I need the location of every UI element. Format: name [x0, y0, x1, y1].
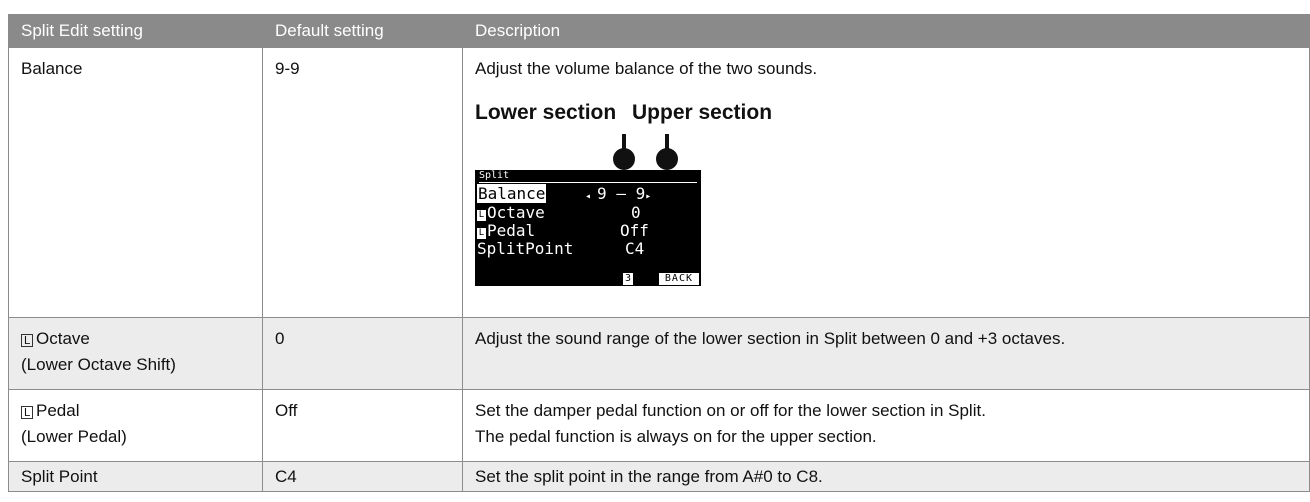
balance-figure: Lower section Upper section Split Balanc…	[475, 82, 875, 286]
lcd-pedal-row: L Pedal	[477, 223, 535, 239]
setting-sublabel: (Lower Pedal)	[21, 427, 127, 446]
upper-pointer-dot	[656, 148, 678, 170]
table-header-row: Split Edit setting Default setting Descr…	[8, 14, 1310, 48]
lower-pointer-dot	[613, 148, 635, 170]
setting-label: Pedal	[36, 401, 80, 420]
default-cell: 9-9	[262, 47, 463, 318]
setting-sublabel: (Lower Octave Shift)	[21, 355, 176, 374]
lcd-octave-label: Octave	[487, 203, 545, 222]
table-row-octave: L Octave (Lower Octave Shift) 0 Adjust th…	[8, 317, 1310, 390]
lcd-screen: Split Balance ◂ 9 – 9▸ L Octave 0 L Pedal …	[475, 170, 701, 286]
lcd-octave-value: 0	[631, 203, 641, 222]
description-cell: Set the damper pedal function on or off …	[462, 389, 1310, 462]
description-text-2: The pedal function is always on for the …	[475, 427, 877, 446]
lcd-splitpoint-value: C4	[625, 239, 645, 258]
header-default-setting: Default setting	[262, 14, 463, 48]
description-cell: Adjust the sound range of the lower sect…	[462, 317, 1310, 390]
lcd-balance-label: Balance	[477, 184, 547, 203]
table-row-balance: Balance 9-9 Adjust the volume balance of…	[8, 47, 1310, 318]
table-row-pedal: L Pedal (Lower Pedal) Off Set the damper …	[8, 389, 1310, 462]
description-text: Adjust the volume balance of the two sou…	[475, 59, 818, 78]
header-split-edit-setting: Split Edit setting	[8, 14, 263, 48]
setting-cell: Split Point	[8, 461, 263, 492]
lcd-balance-value-text: 9 – 9	[597, 184, 646, 203]
lower-icon: L	[21, 334, 33, 347]
description-text: Set the damper pedal function on or off …	[475, 401, 986, 420]
description-cell: Set the split point in the range from A#…	[462, 461, 1310, 492]
lcd-back-label: BACK	[658, 273, 699, 285]
upper-section-label: Upper section	[632, 101, 773, 124]
default-cell: Off	[262, 389, 463, 462]
description-cell: Adjust the volume balance of the two sou…	[462, 47, 1310, 318]
lcd-pedal-label: Pedal	[487, 221, 536, 240]
setting-cell: Balance	[8, 47, 263, 318]
lower-icon: L	[477, 228, 486, 239]
lcd-back-number: 3	[622, 273, 633, 285]
lower-section-label: Lower section	[475, 101, 617, 124]
lcd-pedal-value: Off	[620, 221, 649, 240]
setting-cell: L Pedal (Lower Pedal)	[8, 389, 263, 462]
setting-label: Octave	[36, 329, 90, 348]
left-arrow-icon: ◂	[585, 191, 598, 202]
lcd-balance-row: Balance	[477, 184, 547, 203]
header-description: Description	[462, 14, 1310, 48]
default-cell: C4	[262, 461, 463, 492]
lcd-balance-value: ◂ 9 – 9▸	[585, 186, 651, 205]
lower-icon: L	[21, 406, 33, 419]
lcd-title: Split	[479, 170, 697, 183]
right-arrow-icon: ▸	[645, 191, 652, 202]
split-settings-table: Split Edit setting Default setting Descr…	[8, 14, 1310, 492]
lower-icon: L	[477, 210, 486, 221]
setting-cell: L Octave (Lower Octave Shift)	[8, 317, 263, 390]
table-row-split-point: Split Point C4 Set the split point in th…	[8, 461, 1310, 492]
lcd-octave-row: L Octave	[477, 205, 545, 221]
lcd-splitpoint-label: SplitPoint	[477, 239, 574, 258]
default-cell: 0	[262, 317, 463, 390]
